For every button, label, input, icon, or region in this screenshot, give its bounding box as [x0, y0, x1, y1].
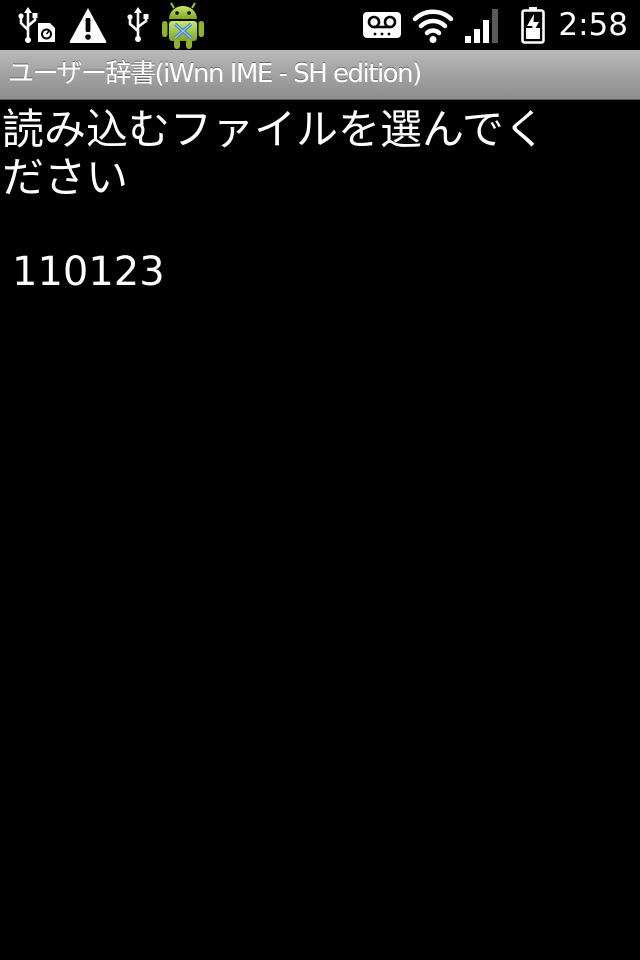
voicemail-icon	[363, 12, 401, 38]
usb-sd-icon	[18, 7, 55, 43]
wifi-icon	[412, 9, 454, 43]
status-bar: 2:58	[0, 0, 640, 50]
title-bar: ユーザー辞書(iWnn IME - SH edition)	[0, 50, 640, 100]
file-select-prompt: 読み込むファイルを選んでください	[2, 105, 546, 202]
signal-icon	[465, 9, 498, 43]
file-name: 110123	[12, 249, 165, 295]
status-time: 2:58	[558, 7, 628, 43]
file-list: 110123	[0, 230, 640, 322]
android-debug-icon	[162, 2, 204, 49]
screen: 2:58 ユーザー辞書(iWnn IME - SH edition) 読み込むフ…	[0, 0, 640, 960]
battery-charging-icon	[521, 7, 545, 44]
usb-icon	[127, 7, 149, 42]
list-item[interactable]: 110123	[0, 230, 640, 322]
window-title: ユーザー辞書(iWnn IME - SH edition)	[8, 59, 422, 89]
warning-icon	[69, 8, 107, 43]
